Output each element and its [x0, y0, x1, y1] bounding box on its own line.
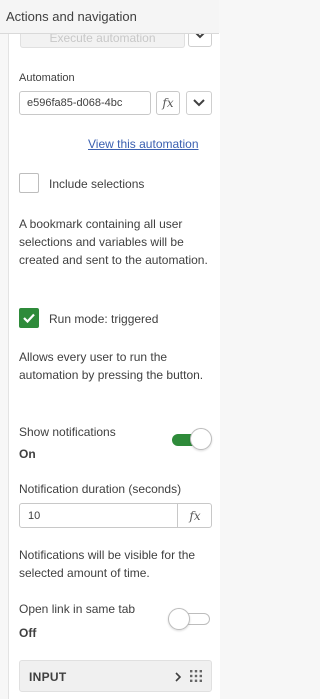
notification-duration-field: 10 fx — [19, 503, 212, 528]
execute-automation-button: Execute automation — [20, 33, 185, 48]
input-section-label: INPUT — [29, 670, 67, 684]
notification-duration-description: Notifications will be visible for the se… — [19, 548, 196, 580]
include-selections-checkbox[interactable] — [19, 173, 39, 193]
open-link-state: Off — [19, 626, 37, 640]
chevron-right-icon — [175, 672, 181, 682]
automation-fx-button[interactable]: fx — [156, 91, 180, 115]
automation-label: Automation — [19, 72, 75, 84]
show-notifications-label: Show notifications — [19, 425, 116, 439]
execute-automation-label: Execute automation — [49, 33, 156, 45]
chevron-down-icon — [193, 99, 205, 107]
run-mode-checkbox[interactable] — [19, 308, 39, 328]
view-automation-link[interactable]: View this automation — [88, 137, 199, 151]
fx-icon: fx — [189, 508, 201, 523]
show-notifications-toggle[interactable] — [172, 428, 214, 452]
run-mode-description: Allows every user to run the automation … — [19, 350, 204, 382]
open-link-label: Open link in same tab — [19, 602, 136, 616]
notification-duration-label: Notification duration (seconds) — [19, 482, 182, 496]
duration-fx-button[interactable]: fx — [178, 504, 212, 527]
panel-title: Actions and navigation — [6, 9, 137, 24]
input-section-bar[interactable]: INPUT — [19, 660, 212, 692]
fx-icon: fx — [162, 96, 174, 110]
panel-header: Actions and navigation — [0, 0, 219, 34]
toggle-knob — [190, 428, 212, 450]
drag-handle-icon[interactable] — [189, 669, 203, 683]
automation-input[interactable]: e596fa85-d068-4bc — [19, 91, 151, 115]
notification-duration-input[interactable]: 10 — [28, 510, 40, 522]
run-mode-label: Run mode: triggered — [49, 312, 159, 326]
open-link-toggle[interactable] — [168, 607, 212, 631]
show-notifications-state: On — [19, 447, 36, 461]
automation-dropdown-button[interactable] — [186, 91, 212, 115]
include-selections-label: Include selections — [49, 177, 145, 191]
toggle-knob — [168, 608, 190, 630]
include-selections-description: A bookmark containing all user selection… — [19, 217, 208, 267]
properties-panel: Execute automation Automation e596fa85-d… — [8, 23, 220, 699]
check-icon — [23, 313, 35, 323]
